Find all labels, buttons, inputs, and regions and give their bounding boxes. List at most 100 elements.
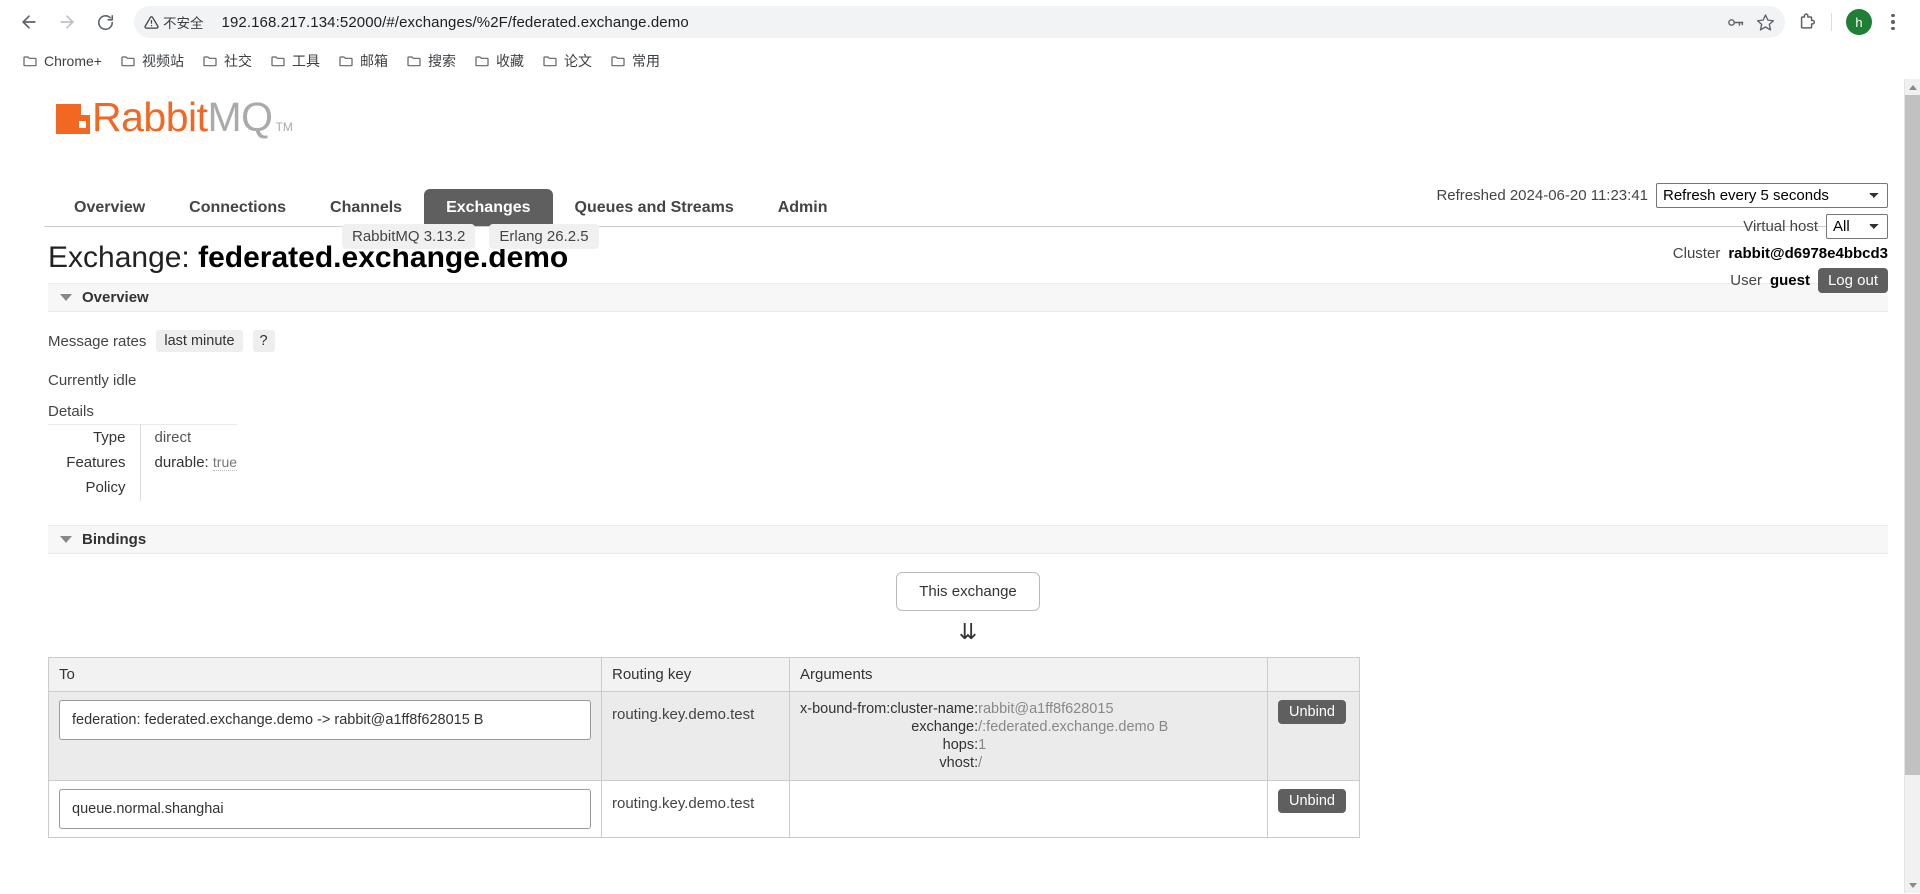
bookmark-item[interactable]: Chrome+ [14, 49, 110, 73]
password-key-icon[interactable] [1721, 8, 1749, 36]
feature-value-durable: true [212, 454, 238, 471]
argument-row: x-bound-from: cluster-name: rabbit@a1ff8… [800, 700, 1257, 718]
argument-value-cluster-name: rabbit@a1ff8f628015 [978, 700, 1257, 718]
url-text[interactable]: 192.168.217.134:52000/#/exchanges/%2F/fe… [212, 14, 1722, 31]
argument-key-cluster-name: cluster-name: [890, 700, 979, 718]
security-status-label: 不安全 [163, 16, 204, 31]
bookmark-label: 邮箱 [359, 53, 388, 69]
bookmark-item[interactable]: 视频站 [112, 47, 192, 75]
help-icon[interactable]: ? [252, 330, 275, 352]
scroll-down-button[interactable] [1905, 877, 1920, 893]
forward-button[interactable] [50, 5, 84, 39]
logout-button[interactable]: Log out [1817, 268, 1888, 293]
bindings-section-header[interactable]: Bindings [48, 525, 1888, 554]
profile-avatar[interactable]: h [1846, 9, 1872, 35]
back-arrow-icon [22, 15, 36, 29]
bindings-col-routing-key: Routing key [601, 657, 790, 692]
page-vertical-scrollbar[interactable] [1904, 79, 1920, 893]
bookmark-item[interactable]: 工具 [262, 47, 328, 75]
folder-icon [23, 56, 37, 67]
binding-to-link[interactable]: queue.normal.shanghai [59, 789, 591, 829]
bookmark-item[interactable]: 邮箱 [330, 47, 396, 75]
browser-toolbar: 不安全 192.168.217.134:52000/#/exchanges/%2… [0, 0, 1920, 44]
this-exchange-node[interactable]: This exchange [896, 572, 1040, 611]
user-label: User [1730, 272, 1762, 289]
vhost-select[interactable]: All [1826, 214, 1888, 239]
rabbitmq-version-badge: RabbitMQ 3.13.2 [342, 224, 476, 249]
nav-tab-admin[interactable]: Admin [756, 189, 850, 226]
bookmark-label: 收藏 [495, 53, 524, 69]
back-button[interactable] [12, 5, 46, 39]
bindings-table-row: federation: federated.exchange.demo -> r… [48, 691, 1360, 781]
scroll-up-arrow-icon [1909, 84, 1917, 90]
reload-button[interactable] [88, 5, 122, 39]
page-viewport: Rabbit MQ TM RabbitMQ 3.13.2 Erlang 26.2.… [0, 79, 1920, 893]
bookmark-item[interactable]: 搜索 [398, 47, 464, 75]
page-title-prefix: Exchange: [48, 241, 190, 274]
address-bar[interactable]: 不安全 192.168.217.134:52000/#/exchanges/%2… [134, 6, 1785, 38]
nav-tab-overview[interactable]: Overview [52, 189, 167, 226]
browser-chrome: 不安全 192.168.217.134:52000/#/exchanges/%2… [0, 0, 1920, 79]
bindings-col-to: To [48, 657, 602, 692]
bindings-col-actions [1267, 657, 1360, 692]
binding-to-link[interactable]: federation: federated.exchange.demo -> r… [59, 700, 591, 740]
bookmark-item[interactable]: 社交 [194, 47, 260, 75]
scroll-up-button[interactable] [1905, 79, 1920, 95]
rabbitmq-logo[interactable]: Rabbit MQ TM [56, 97, 293, 138]
security-status-chip[interactable]: 不安全 [138, 9, 212, 35]
reload-icon [97, 14, 113, 30]
down-arrow-icon: ⇊ [958, 619, 978, 644]
unbind-button[interactable]: Unbind [1278, 700, 1346, 724]
bookmark-item[interactable]: 论文 [534, 47, 600, 75]
refresh-interval-select[interactable]: Refresh every 5 seconds [1656, 183, 1888, 208]
bookmark-item[interactable]: 常用 [602, 47, 668, 75]
details-row-features: Features durable: true [48, 450, 238, 475]
argument-value-exchange: /:federated.exchange.demo B [978, 718, 1257, 736]
details-label: Details [48, 403, 94, 420]
refreshed-timestamp: Refreshed 2024-06-20 11:23:41 [1436, 187, 1648, 204]
bookmark-star-icon[interactable] [1751, 8, 1779, 36]
bindings-section-label: Bindings [82, 531, 147, 548]
details-label-type: Type [48, 424, 141, 450]
logo-text-rabbit: Rabbit [92, 94, 208, 140]
user-row: User guest Log out [1436, 268, 1888, 293]
argument-value-hops: 1 [978, 736, 1257, 754]
argument-group-spacer [800, 754, 891, 772]
nav-tab-exchanges[interactable]: Exchanges [424, 189, 553, 226]
page-content: Exchange: federated.exchange.demo Overvi… [0, 241, 1904, 838]
binding-arguments-cell: x-bound-from: cluster-name: rabbit@a1ff8… [789, 691, 1268, 781]
argument-value-vhost: / [978, 754, 1257, 772]
overview-section-label: Overview [82, 289, 149, 306]
folder-icon [339, 56, 353, 67]
bookmark-label: 视频站 [141, 53, 184, 69]
bookmark-label: 搜索 [427, 53, 456, 69]
message-rates-row: Message rates last minute ? [48, 330, 1888, 352]
nav-tab-connections[interactable]: Connections [167, 189, 308, 226]
binding-action-cell: Unbind [1267, 691, 1360, 781]
scrollbar-thumb[interactable] [1905, 95, 1920, 775]
unbind-button[interactable]: Unbind [1278, 789, 1346, 813]
vhost-label: Virtual host [1743, 218, 1818, 235]
refresh-row: Refreshed 2024-06-20 11:23:41 Refresh ev… [1436, 183, 1888, 208]
idle-status-text: Currently idle [48, 372, 137, 389]
rabbitmq-management-app: Rabbit MQ TM RabbitMQ 3.13.2 Erlang 26.2.… [0, 79, 1904, 838]
erlang-version-badge: Erlang 26.2.5 [489, 224, 599, 249]
bookmark-item[interactable]: 收藏 [466, 47, 532, 75]
bookmark-label: 常用 [631, 53, 660, 69]
exchange-details-table: Type direct Features durable: true Polic… [48, 424, 238, 501]
argument-group-spacer [800, 718, 891, 736]
browser-menu-icon[interactable] [1878, 7, 1908, 37]
folder-icon [475, 56, 489, 67]
vhost-row: Virtual host All [1436, 214, 1888, 239]
omnibox-icons [1721, 8, 1779, 36]
bookmark-label: Chrome+ [44, 53, 102, 69]
nav-tab-queues-and-streams[interactable]: Queues and Streams [553, 189, 756, 226]
nav-tab-channels[interactable]: Channels [308, 189, 424, 226]
message-rates-period-button[interactable]: last minute [156, 330, 243, 352]
user-name: guest [1769, 272, 1810, 289]
scroll-down-arrow-icon [1909, 882, 1917, 888]
details-row-type: Type direct [48, 424, 237, 450]
extensions-puzzle-icon[interactable] [1793, 8, 1821, 36]
browser-right-icons: h [1793, 7, 1908, 37]
bindings-diagram: This exchange ⇊ [48, 572, 1888, 643]
